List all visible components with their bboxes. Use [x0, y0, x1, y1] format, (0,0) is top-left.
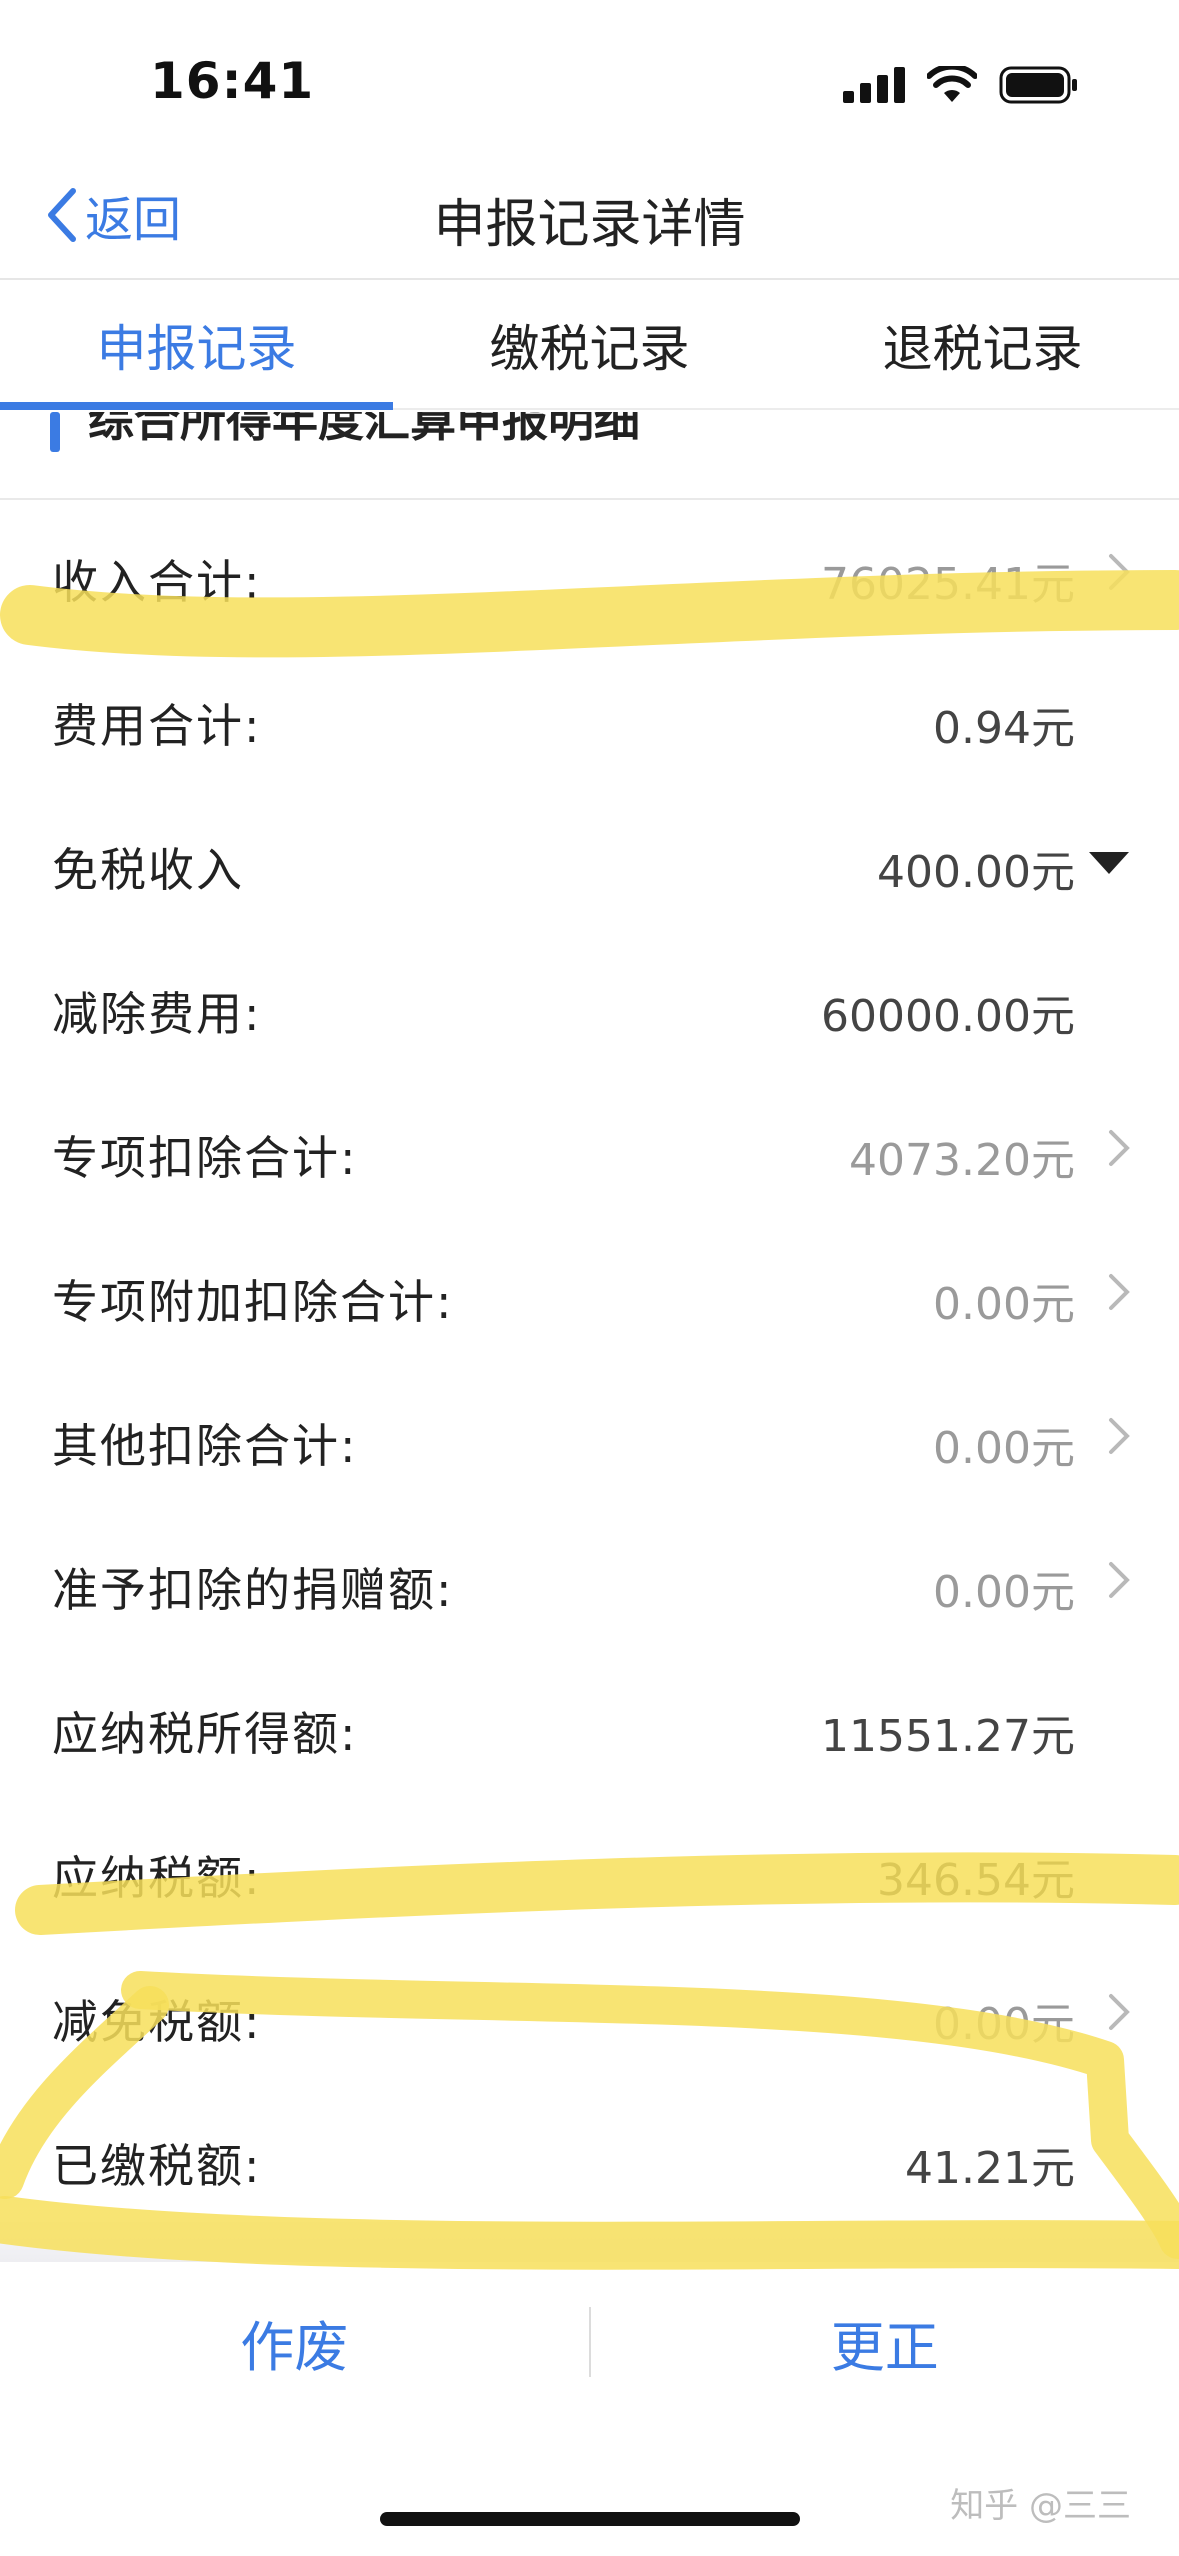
- row-label: 减除费用:: [52, 987, 262, 1041]
- home-indicator: [380, 2512, 800, 2526]
- tab-filing-records[interactable]: 申报记录: [0, 282, 393, 410]
- caret-down-icon[interactable]: [1089, 852, 1129, 874]
- row-label: 应纳税额:: [52, 1851, 262, 1905]
- chevron-right-icon[interactable]: [1107, 1128, 1131, 1168]
- row-donation-deductions[interactable]: 准予扣除的捐赠额: 0.00元: [0, 1510, 1179, 1654]
- row-tax-free-income[interactable]: 免税收入 400.00元: [0, 790, 1179, 934]
- row-label: 应纳税所得额:: [52, 1707, 358, 1761]
- status-time: 16:41: [150, 52, 315, 110]
- section-accent-bar: [50, 412, 60, 452]
- row-label: 准予扣除的捐赠额:: [52, 1563, 454, 1617]
- row-value: 76025.41元: [821, 559, 1075, 610]
- page-title: 申报记录详情: [433, 195, 746, 255]
- correct-button[interactable]: 更正: [591, 2303, 1179, 2382]
- row-label: 已缴税额:: [52, 2139, 262, 2193]
- row-label: 收入合计:: [52, 555, 262, 609]
- row-value: 346.54元: [877, 1855, 1075, 1906]
- chevron-right-icon[interactable]: [1107, 1992, 1131, 2032]
- row-value: 0.94元: [933, 703, 1075, 754]
- void-button[interactable]: 作废: [0, 2303, 589, 2382]
- chevron-right-icon[interactable]: [1107, 1272, 1131, 1312]
- detail-list: 收入合计: 76025.41元 费用合计: 0.94元 免税收入 400.00元…: [0, 502, 1179, 2230]
- row-value: 60000.00元: [821, 991, 1075, 1042]
- nav-bar: 返回 申报记录详情: [0, 150, 1179, 280]
- row-other-deductions[interactable]: 其他扣除合计: 0.00元: [0, 1366, 1179, 1510]
- row-tax-paid: 已缴税额: 41.21元: [0, 2086, 1179, 2230]
- row-total-expenses: 费用合计: 0.94元: [0, 646, 1179, 790]
- status-icons: [843, 60, 1079, 110]
- bottom-bar-shadow: [0, 2222, 1179, 2262]
- row-taxable-income: 应纳税所得额: 11551.27元: [0, 1654, 1179, 1798]
- chevron-right-icon[interactable]: [1107, 1560, 1131, 1600]
- cellular-signal-icon: [843, 67, 905, 103]
- row-deduction-expenses: 减除费用: 60000.00元: [0, 934, 1179, 1078]
- row-tax-reduction[interactable]: 减免税额: 0.00元: [0, 1942, 1179, 2086]
- row-special-deductions[interactable]: 专项扣除合计: 4073.20元: [0, 1078, 1179, 1222]
- row-value: 11551.27元: [821, 1711, 1075, 1762]
- chevron-right-icon[interactable]: [1107, 552, 1131, 592]
- row-value: 400.00元: [877, 847, 1075, 898]
- row-tax-payable: 应纳税额: 346.54元: [0, 1798, 1179, 1942]
- row-value: 0.00元: [933, 1999, 1075, 2050]
- row-value: 4073.20元: [849, 1135, 1075, 1186]
- row-label: 免税收入: [52, 843, 244, 897]
- wifi-icon: [927, 66, 977, 102]
- section-title: 综合所得年度汇算申报明细: [88, 412, 640, 447]
- row-total-income[interactable]: 收入合计: 76025.41元: [0, 502, 1179, 646]
- tab-payment-records[interactable]: 缴税记录: [393, 282, 786, 408]
- row-label: 专项扣除合计:: [52, 1131, 358, 1185]
- tab-refund-records[interactable]: 退税记录: [786, 282, 1179, 408]
- bottom-action-bar: 作废 更正: [0, 2262, 1179, 2422]
- watermark: 知乎 @三三: [950, 2486, 1131, 2526]
- tab-bar: 申报记录 缴税记录 退税记录: [0, 282, 1179, 410]
- row-value: 41.21元: [905, 2143, 1075, 2194]
- section-header: 综合所得年度汇算申报明细: [0, 412, 1179, 500]
- row-value: 0.00元: [933, 1423, 1075, 1474]
- row-label: 专项附加扣除合计:: [52, 1275, 454, 1329]
- row-label: 减免税额:: [52, 1995, 262, 2049]
- status-bar: 16:41: [0, 0, 1179, 150]
- battery-icon: [999, 66, 1077, 104]
- row-label: 费用合计:: [52, 699, 262, 753]
- row-value: 0.00元: [933, 1567, 1075, 1618]
- row-value: 0.00元: [933, 1279, 1075, 1330]
- row-label: 其他扣除合计:: [52, 1419, 358, 1473]
- row-special-additional-deductions[interactable]: 专项附加扣除合计: 0.00元: [0, 1222, 1179, 1366]
- chevron-right-icon[interactable]: [1107, 1416, 1131, 1456]
